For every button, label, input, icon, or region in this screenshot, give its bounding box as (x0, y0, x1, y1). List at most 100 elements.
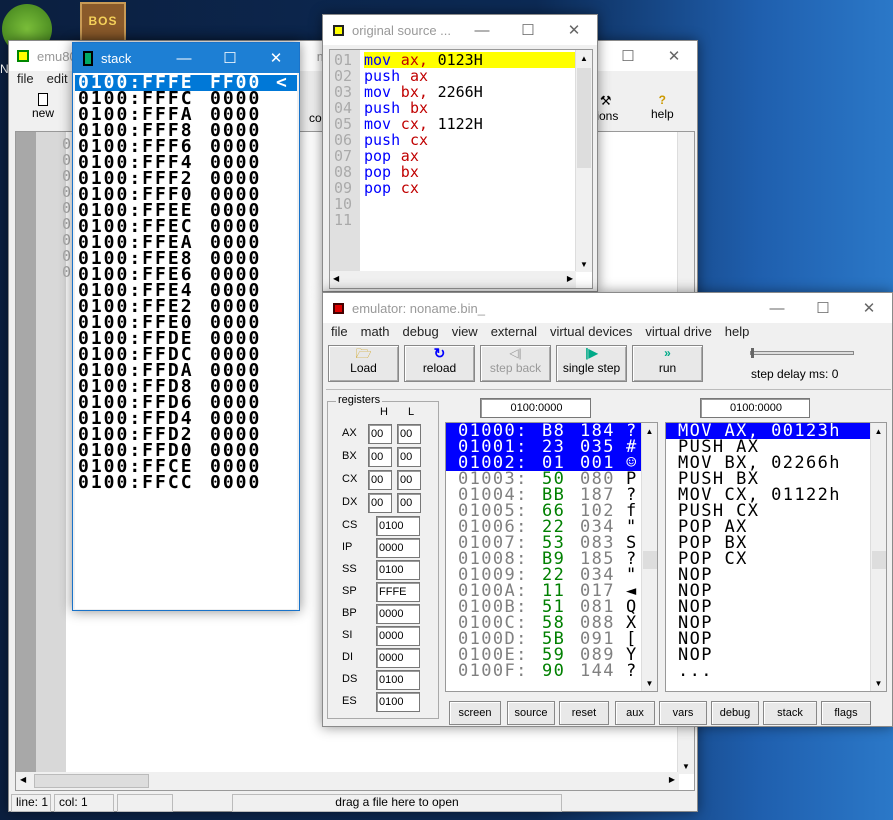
scroll-left-arrow[interactable]: ◀ (20, 775, 26, 784)
register-label-ip: IP (342, 541, 353, 553)
register-sp[interactable]: FFFE (376, 582, 420, 602)
memory-vscroll[interactable]: ▲ ▼ (641, 423, 657, 691)
memory-address-field[interactable]: 0100:0000 (480, 398, 591, 418)
step-back-button[interactable]: ◁| step back (480, 345, 551, 382)
maximize-button[interactable]: ☐ (207, 43, 253, 73)
scroll-up-arrow[interactable]: ▲ (871, 423, 886, 439)
disasm-row[interactable]: ... (666, 663, 871, 680)
scroll-down-arrow[interactable]: ▼ (871, 675, 886, 691)
line-number: 04 (334, 99, 353, 117)
line-number: 07 (334, 147, 353, 165)
disasm-vscroll[interactable]: ▲ ▼ (870, 423, 886, 691)
stack-row[interactable]: 0100:FFCC 0000 (75, 474, 297, 492)
slider-thumb[interactable] (751, 348, 754, 358)
menu-debug[interactable]: debug (403, 324, 439, 339)
memory-decimal: 144 (580, 661, 615, 681)
flags-button[interactable]: flags (821, 701, 871, 725)
scroll-down-arrow[interactable]: ▼ (576, 256, 592, 272)
source-button[interactable]: source (507, 701, 555, 725)
desktop-icon-dosbox[interactable]: BOS (80, 2, 126, 42)
minimize-button[interactable]: — (754, 293, 800, 323)
register-label-ss: SS (342, 563, 357, 575)
close-button[interactable]: ✕ (651, 41, 697, 71)
menu-file[interactable]: file (331, 324, 348, 339)
close-button[interactable]: ✕ (551, 15, 597, 45)
folder-icon: 🗁 (355, 346, 372, 361)
step-delay-slider[interactable] (750, 348, 854, 358)
register-ax-high[interactable]: 00 (368, 424, 392, 444)
minimize-button[interactable]: — (161, 43, 207, 73)
scroll-thumb[interactable] (872, 551, 886, 569)
disassembly-list[interactable]: MOV AX, 00123h PUSH AX MOV BX, 02266h PUSH … (665, 422, 887, 692)
source-title-bar[interactable]: original source ... — ☐ ✕ (323, 15, 597, 45)
source-vscroll[interactable]: ▲ ▼ (575, 50, 592, 272)
stack-title-bar[interactable]: stack — ☐ ✕ (73, 43, 299, 73)
register-si[interactable]: 0000 (376, 626, 420, 646)
maximize-button[interactable]: ☐ (605, 41, 651, 71)
scroll-down-arrow[interactable]: ▼ (678, 758, 694, 774)
close-button[interactable]: ✕ (846, 293, 892, 323)
register-ds[interactable]: 0100 (376, 670, 420, 690)
register-dx-high[interactable]: 00 (368, 493, 392, 513)
memory-row[interactable]: 0100F: 90 144? (446, 661, 641, 681)
memory-list[interactable]: 01000: B8 184? 01001: 23 035 #01002: 01 001 ☺ 0100… (445, 422, 658, 692)
menu-edit[interactable]: edit (47, 71, 68, 89)
load-button[interactable]: 🗁 Load (328, 345, 399, 382)
register-es[interactable]: 0100 (376, 692, 420, 712)
opcode: mov (364, 83, 392, 101)
scroll-thumb[interactable] (643, 551, 657, 569)
scroll-right-arrow[interactable]: ▶ (669, 775, 675, 784)
source-editor[interactable]: 01 mov ax, 0123H 02 push ax 03 mov bx, 2266H 04 push… (329, 49, 593, 289)
compile-button[interactable]: co (309, 111, 322, 125)
line-number: 09 (62, 264, 80, 280)
source-hscroll[interactable]: ◀ ▶ (330, 271, 576, 288)
maximize-button[interactable]: ☐ (505, 15, 551, 45)
help-button[interactable]: ? help (651, 93, 674, 121)
run-button[interactable]: » run (632, 345, 703, 382)
debug-button[interactable]: debug (711, 701, 759, 725)
menu-math[interactable]: math (361, 324, 390, 339)
scroll-up-arrow[interactable]: ▲ (576, 50, 592, 66)
status-line: line: 1 (11, 794, 51, 812)
menu-external[interactable]: external (491, 324, 537, 339)
register-cs[interactable]: 0100 (376, 516, 420, 536)
register-dx-low[interactable]: 00 (397, 493, 421, 513)
register: cx, (400, 115, 428, 133)
register-cx-low[interactable]: 00 (397, 470, 421, 490)
aux-button[interactable]: aux (615, 701, 655, 725)
scroll-down-arrow[interactable]: ▼ (642, 675, 657, 691)
register-di[interactable]: 0000 (376, 648, 420, 668)
screen-button[interactable]: screen (449, 701, 501, 725)
hscroll-thumb[interactable] (34, 774, 149, 788)
register-ax-low[interactable]: 00 (397, 424, 421, 444)
register-ip[interactable]: 0000 (376, 538, 420, 558)
register-cx-high[interactable]: 00 (368, 470, 392, 490)
menu-file[interactable]: file (17, 71, 34, 89)
minimize-button[interactable]: — (459, 15, 505, 45)
register-ss[interactable]: 0100 (376, 560, 420, 580)
disasm-address-field[interactable]: 0100:0000 (700, 398, 810, 418)
menu-view[interactable]: view (452, 324, 478, 339)
reset-button[interactable]: reset (559, 701, 609, 725)
editor-hscroll[interactable]: ◀ ▶ (16, 772, 679, 790)
stack-list[interactable]: 0100:FFFE FF00 <0100:FFFC 0000 0100:FFFA 0000… (75, 73, 297, 609)
scroll-left-arrow[interactable]: ◀ (333, 274, 339, 283)
maximize-button[interactable]: ☐ (800, 293, 846, 323)
emulator-title-bar[interactable]: emulator: noname.bin_ — ☐ ✕ (323, 293, 892, 323)
scroll-up-arrow[interactable]: ▲ (642, 423, 657, 439)
register-bx-low[interactable]: 00 (397, 447, 421, 467)
single-step-button[interactable]: |▶ single step (556, 345, 627, 382)
reload-button[interactable]: ↻ reload (404, 345, 475, 382)
scroll-right-arrow[interactable]: ▶ (567, 274, 573, 283)
run-icon: » (664, 346, 671, 360)
menu-virtual-drive[interactable]: virtual drive (645, 324, 711, 339)
menu-virtual-devices[interactable]: virtual devices (550, 324, 632, 339)
new-button[interactable]: new (23, 93, 63, 120)
scroll-thumb[interactable] (577, 68, 591, 168)
register-bx-high[interactable]: 00 (368, 447, 392, 467)
register-bp[interactable]: 0000 (376, 604, 420, 624)
vars-button[interactable]: vars (659, 701, 707, 725)
menu-help[interactable]: help (725, 324, 750, 339)
stack-button[interactable]: stack (763, 701, 817, 725)
close-button[interactable]: ✕ (253, 43, 299, 73)
